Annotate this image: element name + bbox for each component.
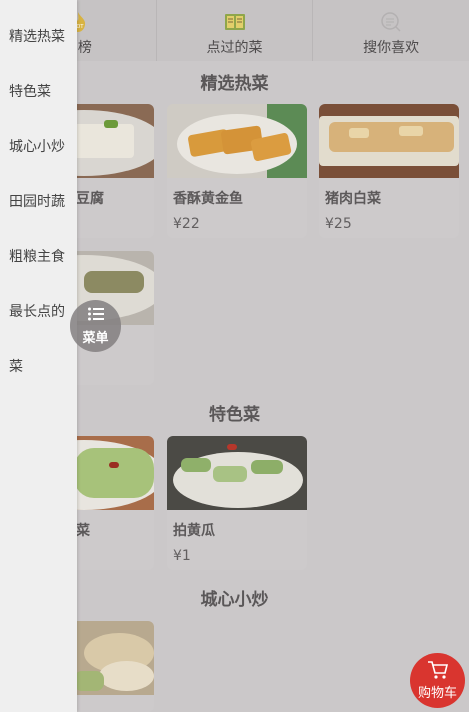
dish-card-cucumber[interactable]: 拍黄瓜 ¥1 bbox=[167, 436, 307, 570]
cart-button-label: 购物车 bbox=[417, 686, 457, 701]
cart-button[interactable]: 购物车 bbox=[410, 653, 465, 708]
dish-card-golden-fish[interactable]: 香酥黄金鱼 ¥22 bbox=[167, 104, 307, 238]
book-icon bbox=[224, 14, 245, 30]
tab-ordered[interactable]: 点过的菜 bbox=[157, 0, 314, 61]
dish-card-pork-cabbage[interactable]: 猪肉白菜 ¥25 bbox=[319, 104, 459, 238]
list-icon bbox=[87, 307, 104, 320]
sidebar-item-staples[interactable]: 粗粮主食 bbox=[9, 246, 65, 266]
sidebar-item-hot[interactable]: 精选热菜 bbox=[9, 26, 65, 46]
menu-button-label: 菜单 bbox=[82, 330, 109, 346]
category-sidebar: 精选热菜 特色菜 城心小炒 田园时蔬 粗粮主食 最长点的 菜 bbox=[0, 0, 77, 712]
sidebar-item-specialty[interactable]: 特色菜 bbox=[9, 81, 51, 101]
tab-search-label: 搜你喜欢 bbox=[363, 40, 420, 56]
menu-button[interactable]: 菜单 bbox=[70, 300, 121, 352]
dish-image bbox=[167, 436, 307, 510]
tab-ordered-label: 点过的菜 bbox=[206, 40, 263, 56]
tab-search[interactable]: 搜你喜欢 bbox=[313, 0, 469, 61]
dish-image bbox=[167, 104, 307, 178]
dish-price: ¥1 bbox=[173, 548, 191, 564]
dish-image bbox=[319, 104, 459, 178]
dish-price: ¥22 bbox=[173, 216, 200, 232]
dish-name: 香酥黄金鱼 bbox=[173, 191, 243, 207]
sidebar-item-stirfry[interactable]: 城心小炒 bbox=[9, 136, 65, 156]
dish-name: 猪肉白菜 bbox=[325, 191, 381, 207]
dish-name: 拍黄瓜 bbox=[173, 523, 215, 539]
dish-price: ¥25 bbox=[325, 216, 352, 232]
sidebar-item-most-ordered[interactable]: 最长点的 bbox=[9, 301, 65, 321]
search-icon bbox=[381, 12, 401, 32]
shopping-cart-icon bbox=[427, 661, 448, 679]
sidebar-item-vegetables[interactable]: 田园时蔬 bbox=[9, 191, 65, 211]
sidebar-item-more[interactable]: 菜 bbox=[9, 356, 23, 376]
